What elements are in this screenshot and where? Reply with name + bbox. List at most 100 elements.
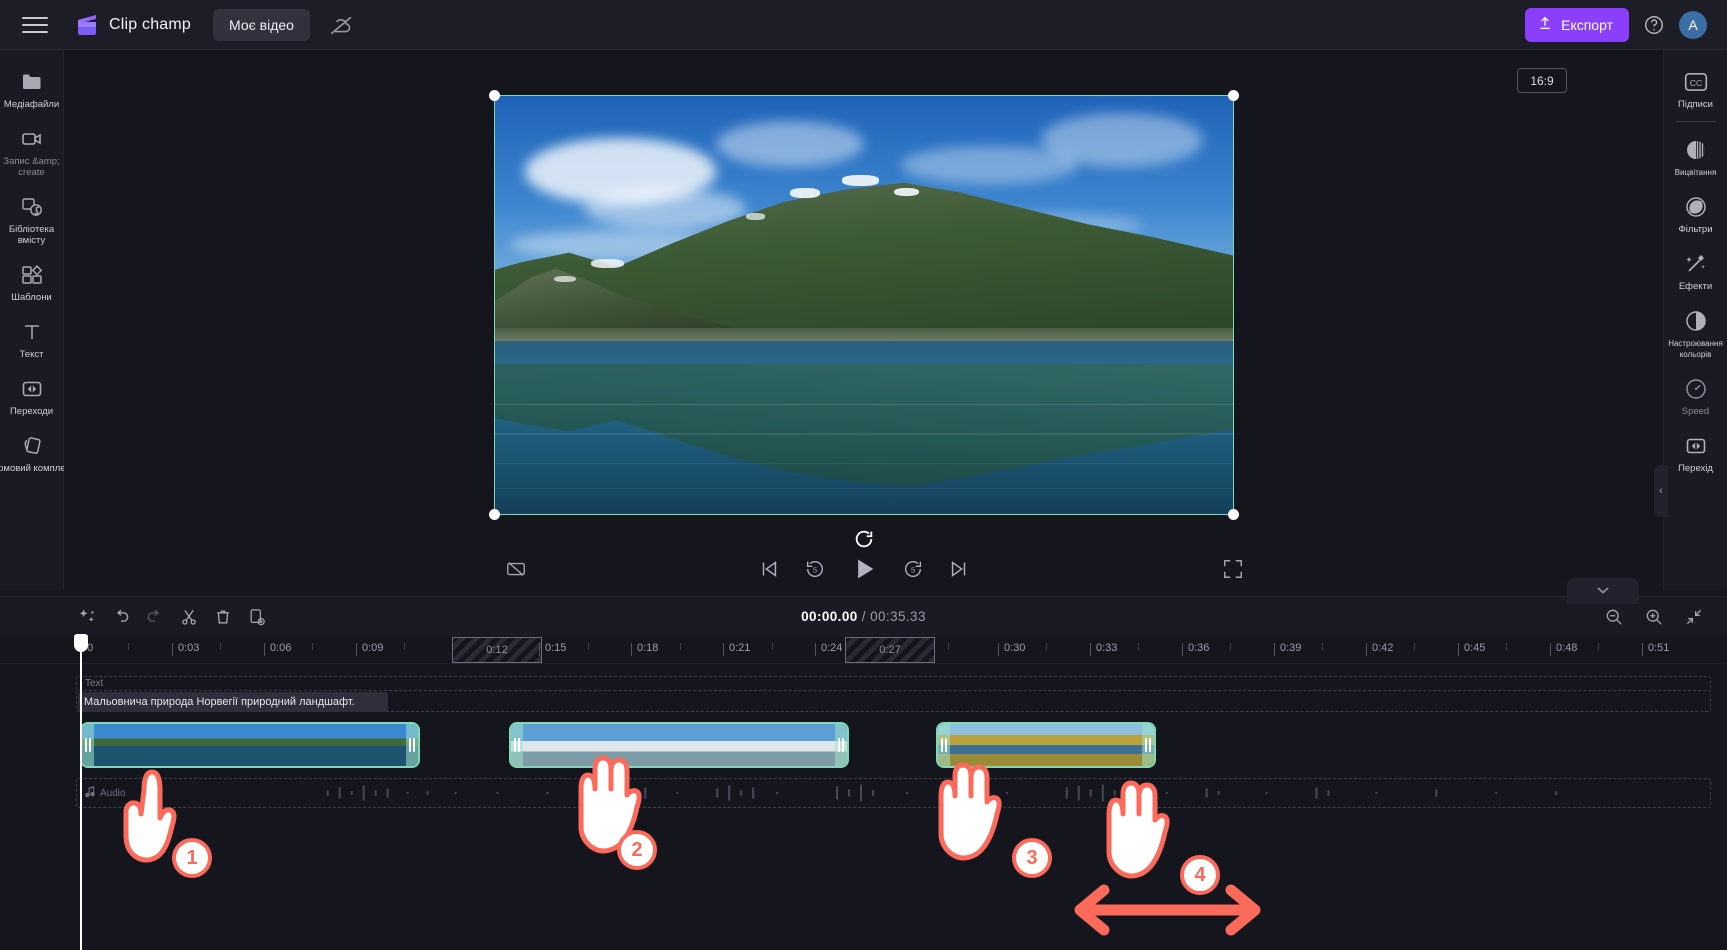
step-badge-1: 1 xyxy=(172,838,212,878)
trim-handle-left[interactable] xyxy=(511,724,523,766)
step-badge-4: 4 xyxy=(1180,855,1220,895)
ruler-tick: 0:15 xyxy=(538,642,567,656)
sidebar-item-media[interactable]: Медіафайли xyxy=(0,60,64,117)
current-time: 00:00.00 xyxy=(801,609,858,624)
sidebar-item-templates[interactable]: Шаблони xyxy=(0,253,64,310)
sidebar-item-text[interactable]: Текст xyxy=(0,310,64,367)
right-item-fade[interactable]: Вицвітання xyxy=(1664,128,1727,185)
right-item-transition[interactable]: Перехід xyxy=(1664,424,1727,481)
fade-icon xyxy=(1683,137,1709,163)
right-item-speed[interactable]: Speed xyxy=(1664,367,1727,424)
clipchamp-logo-icon xyxy=(74,13,100,37)
clipchamp-editor: Clip champ Моє відео Експорт A Медіафайл… xyxy=(0,0,1727,950)
help-question-icon[interactable] xyxy=(1643,14,1665,36)
trim-handle-right[interactable] xyxy=(835,724,847,766)
text-track[interactable]: Мальовнича природа Норвегії природний ла… xyxy=(76,690,1711,712)
play-button[interactable] xyxy=(849,554,879,584)
right-item-label: Speed xyxy=(1681,406,1710,417)
ruler-tick: 0:36 xyxy=(1181,642,1210,656)
audio-track[interactable]: Audio xyxy=(76,778,1711,808)
sidebar-item-transitions[interactable]: Переходи xyxy=(0,367,64,424)
ruler-tick: 0:45 xyxy=(1457,642,1486,656)
trim-handle-right[interactable] xyxy=(406,724,418,766)
playhead[interactable] xyxy=(74,634,88,950)
text-track-upper[interactable]: Text xyxy=(76,676,1711,690)
fullscreen-icon[interactable] xyxy=(1221,557,1245,581)
total-time: 00:35.33 xyxy=(870,609,926,624)
sidebar-item-record-create[interactable]: Запис &amp; create xyxy=(0,117,64,185)
timeline-zoom-controls xyxy=(1603,606,1705,628)
sidebar-item-brand-kit[interactable]: Фірмовий комплект xyxy=(0,424,74,481)
rewind-5s-icon[interactable]: 5 xyxy=(803,557,827,581)
ruler-tick: 0:21 xyxy=(722,642,751,656)
video-camera-icon xyxy=(19,126,45,152)
aspect-ratio-badge[interactable]: 16:9 xyxy=(1517,68,1567,93)
sidebar-item-content-library[interactable]: Бібліотека вмісту xyxy=(0,185,64,253)
resize-handle-top-right[interactable] xyxy=(1228,90,1239,101)
scissors-split-icon[interactable] xyxy=(178,606,200,628)
folder-icon xyxy=(19,69,45,95)
magic-sparkle-icon[interactable] xyxy=(76,606,98,628)
video-canvas[interactable] xyxy=(489,90,1239,520)
timeline-ruler[interactable]: 0 0:03 0:06 0:09 0:12 0:15 0:18 0:21 0:2… xyxy=(0,636,1727,664)
sidebar-item-label: Шаблони xyxy=(11,292,52,303)
fit-to-screen-icon[interactable] xyxy=(1683,606,1705,628)
trim-handle-right[interactable] xyxy=(1142,724,1154,766)
redo-icon[interactable] xyxy=(144,606,166,628)
cloud-offline-icon[interactable] xyxy=(328,12,354,38)
brand[interactable]: Clip champ xyxy=(74,13,191,37)
duplicate-icon[interactable] xyxy=(246,606,268,628)
audio-waveform xyxy=(326,784,1558,802)
trim-handle-left[interactable] xyxy=(82,724,94,766)
left-sidebar: Медіафайли Запис &amp; create Бібліотека… xyxy=(0,50,74,590)
resize-handle-bottom-right[interactable] xyxy=(1228,509,1239,520)
preview-area: 16:9 5 5 xyxy=(64,50,1663,590)
timeline-collapse-button[interactable] xyxy=(1567,578,1639,604)
right-item-filters[interactable]: Фільтри xyxy=(1664,185,1727,242)
zoom-out-icon[interactable] xyxy=(1603,606,1625,628)
sidebar-item-label: Медіафайли xyxy=(3,99,60,110)
right-item-label: Ефекти xyxy=(1678,281,1713,292)
zoom-in-icon[interactable] xyxy=(1643,606,1665,628)
video-clip-2[interactable] xyxy=(509,722,849,768)
trim-handle-left[interactable] xyxy=(938,724,950,766)
timeline[interactable]: 0 0:03 0:06 0:09 0:12 0:15 0:18 0:21 0:2… xyxy=(0,634,1727,950)
video-clip-3[interactable] xyxy=(936,722,1156,768)
avatar[interactable]: A xyxy=(1679,10,1707,39)
ruler-tick: 0:42 xyxy=(1365,642,1394,656)
brand-kit-icon xyxy=(19,433,45,459)
resize-handle-bottom-left[interactable] xyxy=(489,509,500,520)
undo-icon[interactable] xyxy=(110,606,132,628)
top-bar: Clip champ Моє відео Експорт A xyxy=(0,0,1727,50)
skip-to-start-icon[interactable] xyxy=(757,557,781,581)
ruler-tick: 0:51 xyxy=(1641,642,1670,656)
project-name-button[interactable]: Моє відео xyxy=(213,8,310,41)
right-item-captions[interactable]: CC Підписи xyxy=(1664,60,1727,117)
hamburger-menu-icon[interactable] xyxy=(20,14,50,36)
playhead-knob[interactable] xyxy=(74,634,88,652)
color-adjust-icon xyxy=(1683,308,1709,334)
export-button-label: Експорт xyxy=(1561,16,1613,33)
captions-off-icon[interactable] xyxy=(504,557,528,581)
timeline-toolbar: 00:00.00 / 00:35.33 xyxy=(0,596,1727,636)
ruler-hatched-marker: 0:12 xyxy=(452,637,542,663)
step-badge-2: 2 xyxy=(617,830,657,870)
right-item-label: Вицвітання xyxy=(1674,168,1717,177)
ruler-tick: 0:48 xyxy=(1549,642,1578,656)
right-item-effects[interactable]: Ефекти xyxy=(1664,242,1727,299)
video-clip-1[interactable] xyxy=(80,722,420,768)
svg-text:5: 5 xyxy=(910,566,914,575)
right-item-color-adjust[interactable]: Настроювання кольорів xyxy=(1664,299,1727,367)
trash-delete-icon[interactable] xyxy=(212,606,234,628)
resize-handle-top-left[interactable] xyxy=(489,90,500,101)
right-panel-collapse-button[interactable]: ‹ xyxy=(1654,465,1668,517)
reload-icon[interactable] xyxy=(853,528,875,550)
timeline-tools xyxy=(0,606,268,628)
brand-name: Clip champ xyxy=(109,15,192,33)
forward-5s-icon[interactable]: 5 xyxy=(901,557,925,581)
sidebar-item-label: Запис &amp; create xyxy=(3,156,60,178)
skip-to-end-icon[interactable] xyxy=(947,557,971,581)
text-clip[interactable]: Мальовнича природа Норвегії природний ла… xyxy=(78,692,388,712)
export-button[interactable]: Експорт xyxy=(1525,7,1629,42)
right-item-label: Настроювання кольорів xyxy=(1668,339,1723,359)
